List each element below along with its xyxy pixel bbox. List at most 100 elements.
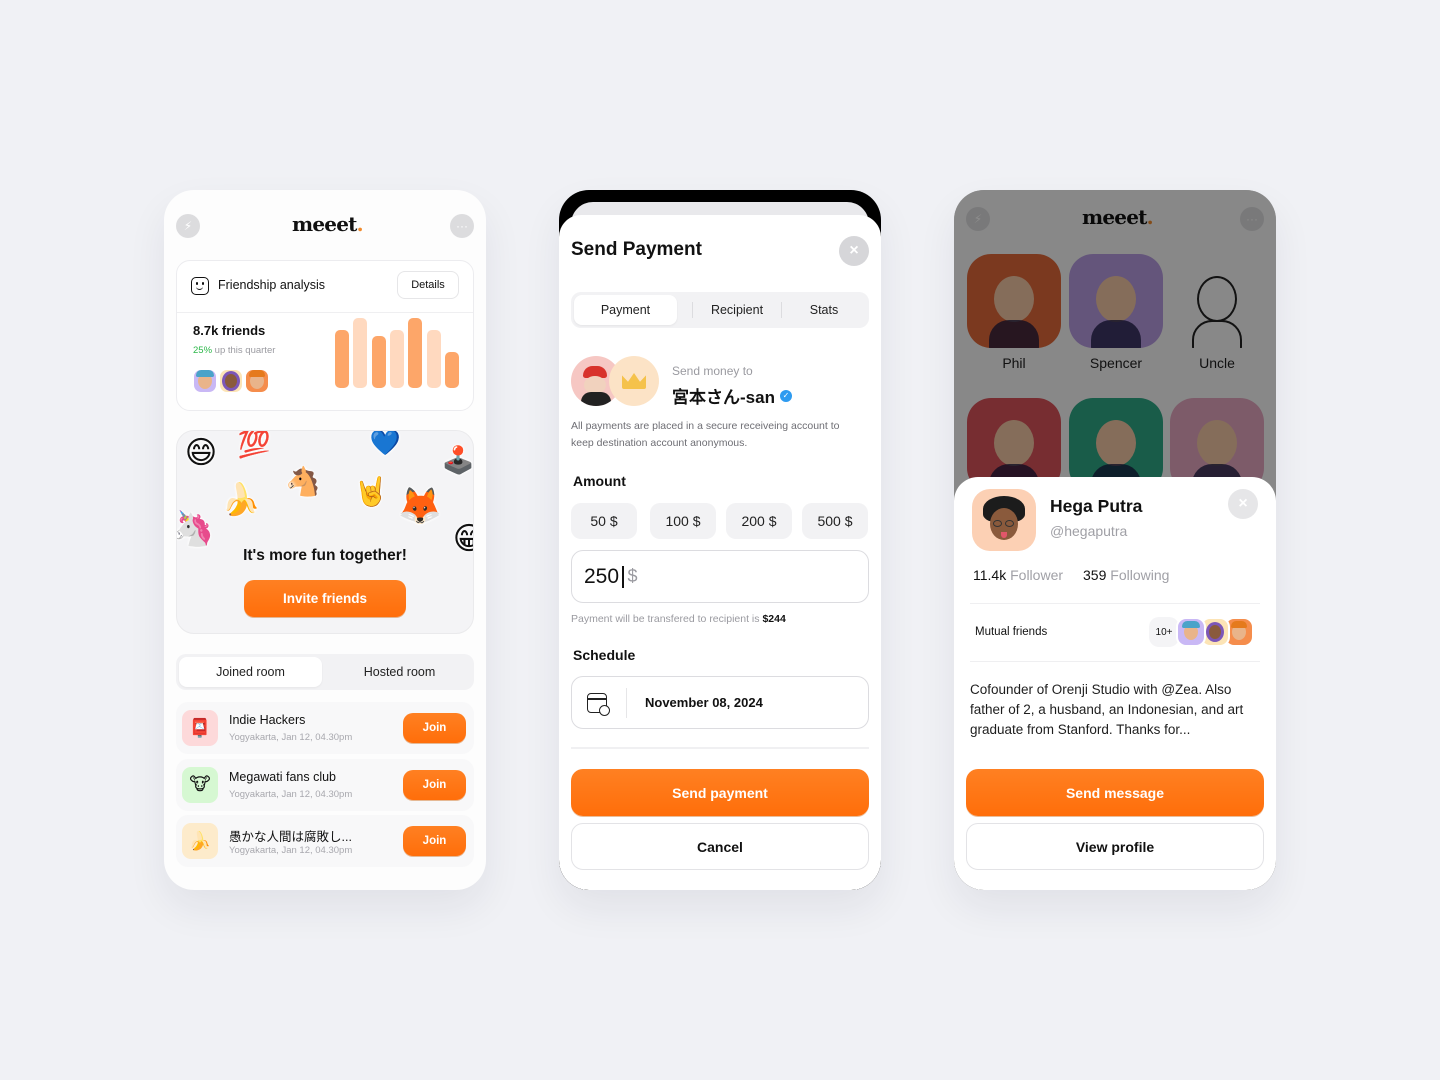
join-button[interactable]: Join: [403, 769, 466, 800]
room-icon: 🐮: [182, 766, 218, 803]
view-profile-button[interactable]: View profile: [966, 823, 1264, 870]
mutual-friends-count[interactable]: 10+: [1149, 617, 1179, 647]
more-icon[interactable]: ···: [1240, 207, 1264, 231]
app-logo: meeet.: [1082, 205, 1154, 229]
schedule-date-picker[interactable]: November 08, 2024: [571, 676, 869, 729]
room-name: Indie Hackers: [229, 713, 306, 727]
tab-payment[interactable]: Payment: [574, 295, 677, 325]
friend-avatar[interactable]: [244, 368, 270, 394]
friend-tile-name: Uncle: [1199, 355, 1235, 371]
logo-dot: .: [1146, 205, 1154, 229]
logo-dot: .: [356, 212, 364, 236]
tab-stats[interactable]: Stats: [782, 295, 866, 325]
join-button[interactable]: Join: [403, 826, 466, 856]
room-name: 愚かな人間は腐敗し...: [229, 830, 352, 844]
sticker-icon: 💯: [237, 430, 271, 459]
sticker-icon: 🦊: [397, 486, 443, 526]
chart-bar: [444, 351, 459, 388]
tab-recipient[interactable]: Recipient: [693, 295, 781, 325]
sticker-icon: 🐴: [285, 465, 321, 497]
room-icon: 📮: [182, 710, 218, 746]
followers-count: 11.4k: [973, 567, 1007, 583]
close-icon[interactable]: ×: [1228, 489, 1258, 519]
profile-bio: Cofounder of Orenji Studio with @Zea. Al…: [970, 682, 1244, 737]
logo-text: meeet: [292, 212, 357, 236]
invite-card: 😄💯💙🕹️🍌🦄🤘🦊😁🐴 It's more fun together! Invi…: [176, 430, 474, 634]
mutual-friend-avatar[interactable]: [1176, 617, 1206, 647]
sticker-icon: 😄: [184, 435, 218, 470]
friendship-bar-chart: [335, 318, 461, 388]
tab-joined-room[interactable]: Joined room: [179, 657, 322, 687]
more-icon[interactable]: ···: [450, 214, 474, 238]
details-button[interactable]: Details: [397, 271, 459, 299]
transfer-amount: $244: [762, 613, 786, 625]
mutual-divider: [970, 661, 1260, 662]
send-to-label: Send money to: [672, 364, 753, 378]
chart-bar: [353, 318, 368, 388]
friend-tile[interactable]: [967, 254, 1061, 348]
growth-text: up this quarter: [214, 345, 276, 356]
room-list-item[interactable]: 🐮 Megawati fans club Yogyakarta, Jan 12, 0…: [176, 758, 474, 811]
room-tabs: Joined room Hosted room: [176, 654, 474, 690]
room-list-item[interactable]: 🍌 愚かな人間は腐敗し... Yogyakarta, Jan 12, 04.30pm…: [176, 815, 474, 867]
card-title: Friendship analysis: [218, 278, 325, 292]
sticker-icon: 🍌: [221, 481, 261, 517]
send-payment-button[interactable]: Send payment: [571, 769, 869, 816]
cancel-button[interactable]: Cancel: [571, 823, 869, 870]
recipient-name-text: 宮本さん-san: [672, 388, 775, 407]
amount-chip[interactable]: 100 $: [650, 503, 716, 539]
friend-avatar[interactable]: [218, 368, 244, 394]
tab-hosted-room[interactable]: Hosted room: [328, 657, 471, 687]
following-stat[interactable]: 359 Following: [1083, 567, 1169, 583]
friend-avatar[interactable]: [192, 368, 218, 394]
invite-friends-button[interactable]: Invite friends: [244, 580, 406, 617]
following-label: Following: [1110, 567, 1170, 583]
amount-chip[interactable]: 50 $: [571, 503, 637, 539]
card-divider: [177, 312, 473, 313]
home-screen: ⚡ meeet. ··· Friendship analysis Details…: [164, 190, 486, 890]
join-button[interactable]: Join: [403, 713, 466, 743]
sheet-title: Send Payment: [571, 239, 702, 260]
smiley-icon: [191, 277, 209, 295]
followers-stat[interactable]: 11.4k Follower: [973, 567, 1063, 583]
amount-value: 250: [584, 564, 620, 588]
calendar-clock-icon: [587, 693, 610, 716]
security-note: All payments are placed in a secure rece…: [571, 420, 840, 449]
friend-tile[interactable]: [1069, 254, 1163, 348]
schedule-label: Schedule: [573, 647, 636, 663]
growth-value: 25%: [193, 345, 213, 356]
friendship-analysis-card: Friendship analysis Details 8.7k friends…: [176, 260, 474, 411]
close-icon[interactable]: ×: [839, 236, 869, 266]
friend-tile[interactable]: [1170, 254, 1264, 348]
room-meta: Yogyakarta, Jan 12, 04.30pm: [229, 788, 353, 800]
logo-text: meeet: [1082, 205, 1147, 229]
amount-chip[interactable]: 500 $: [802, 503, 868, 539]
recipient-name: 宮本さん-san ✓: [672, 383, 792, 408]
chart-bar: [426, 329, 441, 388]
text-caret: [622, 565, 624, 588]
amount-input[interactable]: 250 $: [571, 550, 869, 603]
sticker-icon: 🕹️: [441, 444, 474, 475]
bolt-icon[interactable]: ⚡: [176, 214, 200, 238]
date-separator: [626, 688, 627, 718]
chart-bar: [335, 329, 349, 388]
chart-bar: [371, 336, 386, 388]
crown-avatar: [609, 356, 659, 406]
chart-bar: [408, 318, 423, 388]
room-name: Megawati fans club: [229, 769, 337, 784]
profile-handle: @hegaputra: [1050, 523, 1128, 539]
room-list-item[interactable]: 📮 Indie Hackers Yogyakarta, Jan 12, 04.30p…: [176, 702, 474, 754]
invite-title: It's more fun together!: [243, 547, 407, 564]
payment-tabs: Payment Recipient Stats: [571, 292, 869, 328]
chart-bar: [389, 329, 404, 388]
amount-chip[interactable]: 200 $: [726, 503, 792, 539]
transfer-note: Payment will be transfered to recipient …: [571, 613, 786, 625]
payment-screen: Send Payment × Payment Recipient Stats S…: [559, 190, 881, 890]
app-logo: meeet.: [292, 212, 364, 236]
bolt-icon[interactable]: ⚡: [966, 207, 990, 231]
following-count: 359: [1083, 567, 1107, 583]
sticker-icon: 🤘: [353, 475, 389, 507]
payment-sheet: Send Payment × Payment Recipient Stats S…: [559, 215, 881, 890]
send-message-button[interactable]: Send message: [966, 769, 1264, 816]
schedule-date: November 08, 2024: [645, 695, 763, 710]
